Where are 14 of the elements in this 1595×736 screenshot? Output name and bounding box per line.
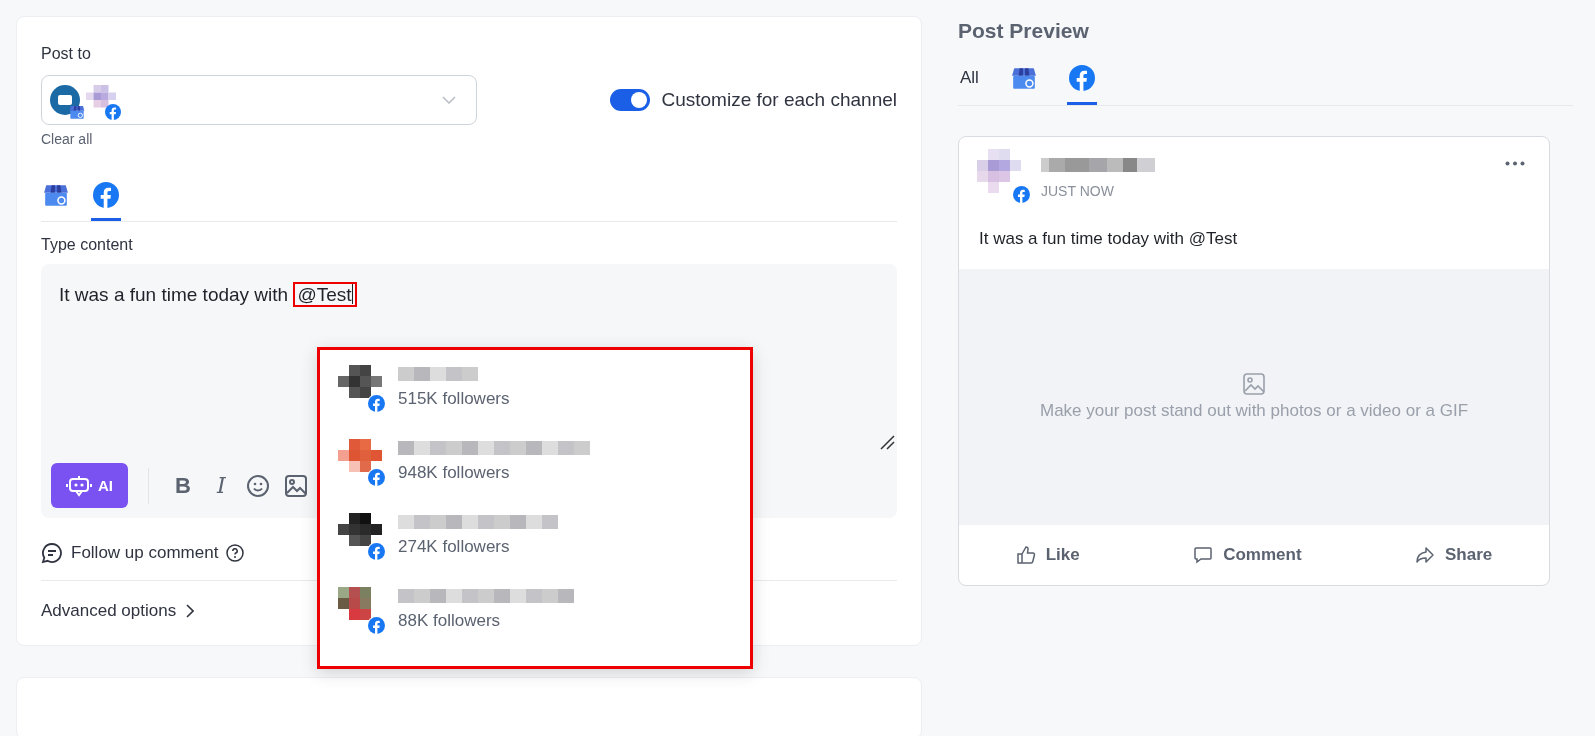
field-label: Type content	[41, 236, 134, 254]
field-label: Post to	[41, 45, 92, 63]
follower-count: 948K followers	[398, 463, 511, 483]
toggle-label: Customize for each channel	[661, 89, 897, 111]
post-time: JUST NOW	[1041, 183, 1115, 199]
follower-count: 88K followers	[398, 611, 502, 631]
follow-up-label: Follow up comment	[71, 543, 219, 563]
follower-count: 274K followers	[398, 537, 511, 557]
follower-count: 515K followers	[398, 389, 510, 409]
mention-text: @Test	[293, 282, 357, 307]
media-hint: Make your post stand out with photos or a video or a GIF	[1039, 401, 1469, 421]
editor-text: It was a fun time today with	[59, 284, 289, 305]
preview-title: Post Preview	[958, 19, 1090, 43]
post-text: It was a fun time today with @Test	[978, 228, 1239, 250]
